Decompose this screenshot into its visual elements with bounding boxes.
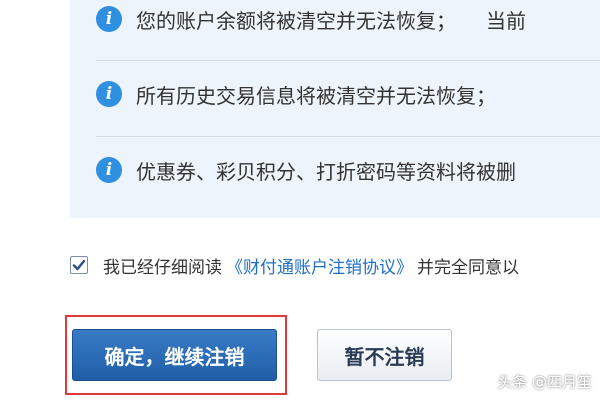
watermark: 头条 @四月笙 (497, 373, 592, 391)
agreement-prefix: 我已经仔细阅读 (103, 257, 222, 278)
notice-item-coupons: i 优惠券、彩贝积分、打折密码等资料将被删 (96, 155, 516, 185)
checkmark-icon (72, 259, 86, 271)
notice-item-history: i 所有历史交易信息将被清空并无法恢复； (96, 79, 496, 109)
info-icon: i (96, 81, 122, 107)
notice-item-balance: i 您的账户余额将被清空并无法恢复； 当前 (96, 4, 526, 34)
divider (96, 60, 600, 61)
divider (96, 136, 600, 137)
info-icon: i (96, 157, 122, 183)
agreement-link[interactable]: 《财付通账户注销协议》 (226, 253, 413, 278)
confirm-cancel-account-button[interactable]: 确定，继续注销 (72, 329, 277, 381)
agree-checkbox[interactable] (70, 256, 88, 274)
notice-text-cutoff: 当前 (486, 8, 526, 33)
agreement-row: 我已经仔细阅读 《财付通账户注销协议》 并完全同意以 (70, 252, 519, 278)
info-icon: i (96, 6, 122, 32)
keep-account-button[interactable]: 暂不注销 (317, 329, 452, 381)
notice-text: 所有历史交易信息将被清空并无法恢复； (136, 83, 496, 108)
notice-text: 优惠券、彩贝积分、打折密码等资料将被删 (136, 159, 516, 184)
notice-text: 您的账户余额将被清空并无法恢复； (136, 8, 456, 33)
agreement-suffix: 并完全同意以 (417, 257, 519, 278)
